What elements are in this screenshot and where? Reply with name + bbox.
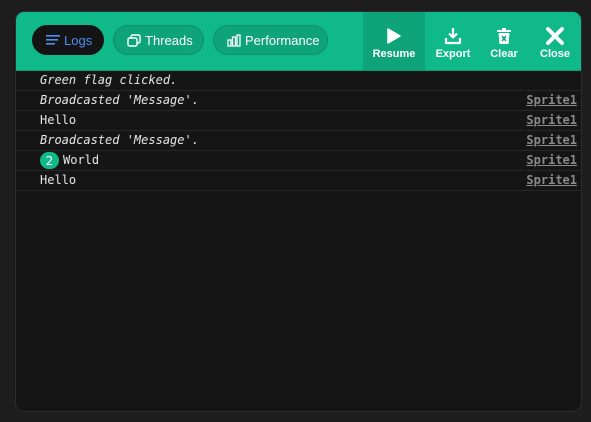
tab-logs[interactable]: Logs [32, 25, 104, 55]
log-row: Broadcasted 'Message'. Sprite1 [16, 131, 581, 151]
log-message: Broadcasted 'Message'. [40, 133, 199, 147]
log-message: Green flag clicked. [40, 73, 178, 87]
tab-threads[interactable]: Threads [113, 25, 204, 55]
log-row: Green flag clicked. [16, 71, 581, 91]
log-source-link[interactable]: Sprite1 [526, 153, 577, 167]
clear-button[interactable]: Clear [488, 12, 520, 70]
tab-label: Performance [245, 32, 320, 48]
close-label: Close [540, 48, 570, 60]
log-message: Hello [40, 173, 77, 187]
log-message: Broadcasted 'Message'. [40, 93, 199, 107]
log-row: Hello Sprite1 [16, 111, 581, 131]
play-icon [387, 25, 401, 47]
log-source-link[interactable]: Sprite1 [526, 133, 577, 147]
export-button[interactable]: Export [432, 12, 474, 70]
log-message: World [63, 153, 100, 167]
log-row: 2 World Sprite1 [16, 151, 581, 171]
close-button[interactable]: Close [538, 12, 572, 70]
log-row: Broadcasted 'Message'. Sprite1 [16, 91, 581, 111]
log-source-link[interactable]: Sprite1 [526, 93, 577, 107]
export-label: Export [435, 48, 471, 60]
debugger-window: Logs Threads Performance Resume Export C… [15, 11, 582, 412]
windows-icon [127, 32, 141, 48]
log-source-link[interactable]: Sprite1 [526, 173, 577, 187]
repeat-count-badge: 2 [40, 152, 59, 169]
close-icon [546, 25, 564, 47]
bar-chart-icon [227, 32, 241, 48]
log-list: Green flag clicked. Broadcasted 'Message… [16, 71, 581, 191]
trash-icon [497, 25, 511, 47]
tab-label: Threads [145, 32, 193, 48]
resume-label: Resume [372, 48, 416, 60]
clear-label: Clear [490, 48, 518, 60]
tab-label: Logs [64, 32, 93, 48]
resume-button[interactable]: Resume [363, 12, 425, 70]
tab-performance[interactable]: Performance [213, 25, 328, 55]
log-message: Hello [40, 113, 77, 127]
log-source-link[interactable]: Sprite1 [526, 113, 577, 127]
download-icon [444, 25, 462, 47]
lines-icon [46, 32, 60, 48]
log-row: Hello Sprite1 [16, 171, 581, 191]
toolbar: Logs Threads Performance Resume Export C… [16, 12, 581, 71]
